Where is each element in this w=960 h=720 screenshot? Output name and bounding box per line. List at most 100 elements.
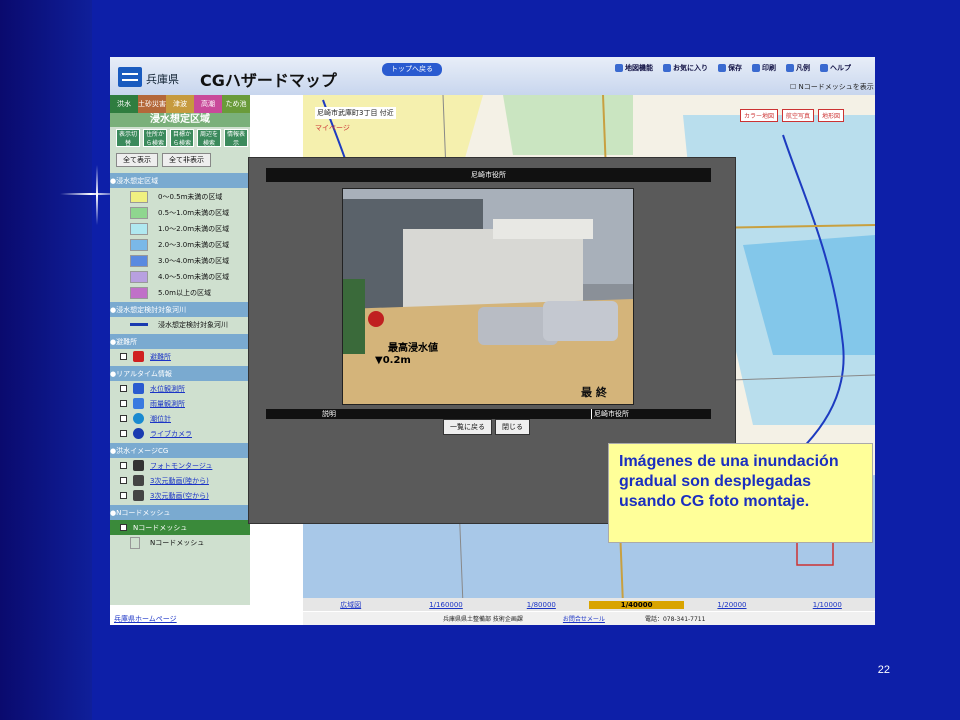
checkbox[interactable] <box>120 400 127 407</box>
depth-swatch <box>130 238 148 251</box>
scale-option[interactable]: 1/80000 <box>494 601 589 609</box>
nmesh-row[interactable]: Nコードメッシュ <box>110 520 250 535</box>
scale-selector: 広域図 1/160000 1/80000 1/40000 1/20000 1/1… <box>303 598 875 611</box>
depth-row: 3.0〜4.0m未満の区域 <box>110 253 250 268</box>
home-link[interactable]: 兵庫県ホームページ <box>114 614 177 624</box>
cg-row[interactable]: 3次元動画(空から) <box>110 488 250 503</box>
river-row: 浸水想定検討対象河川 <box>110 317 250 332</box>
checkbox[interactable] <box>120 477 127 484</box>
close-button[interactable]: 閉じる <box>495 419 530 435</box>
mesh-swatch <box>130 536 140 549</box>
show-all-button[interactable]: 全て表示 <box>116 153 158 167</box>
scale-option[interactable]: 1/20000 <box>684 601 779 609</box>
topographic-map-button[interactable]: 地形図 <box>818 109 845 122</box>
depth-swatch <box>130 222 148 235</box>
water-level-icon <box>133 383 144 394</box>
legend-header-cg[interactable]: ● 洪水イメージCG <box>110 443 250 458</box>
depth-row: 1.0〜2.0m未満の区域 <box>110 221 250 236</box>
help-icon <box>820 64 828 72</box>
depth-swatch <box>130 286 148 299</box>
checkbox[interactable] <box>120 430 127 437</box>
description-label: 説明 <box>322 410 336 418</box>
tab-storm-surge[interactable]: 高潮 <box>194 95 222 113</box>
footer-phone: 電話：078-341-7711 <box>644 616 706 623</box>
footer-org: 兵庫県県土整備部 技術企画課 <box>443 616 523 623</box>
contact-link[interactable]: お問合せメール <box>563 614 605 623</box>
show-hide-controls: 全て表示 全て非表示 <box>116 153 211 167</box>
realtime-row[interactable]: 雨量観測所 <box>110 396 250 411</box>
checkbox[interactable] <box>120 524 127 531</box>
back-to-list-button[interactable]: 一覧に戻る <box>443 419 492 435</box>
legend-header-flood[interactable]: ● 浸水想定区域 <box>110 173 250 188</box>
realtime-row[interactable]: 潮位計 <box>110 411 250 426</box>
print-menu[interactable]: 印刷 <box>752 63 776 73</box>
description-value: 尼崎市役所 <box>591 409 711 419</box>
legend-menu[interactable]: 凡例 <box>786 63 810 73</box>
depth-row: 0.5〜1.0m未満の区域 <box>110 205 250 220</box>
checkbox[interactable] <box>120 492 127 499</box>
legend-header-realtime[interactable]: ● リアルタイム情報 <box>110 366 250 381</box>
realtime-row[interactable]: ライブカメラ <box>110 426 250 441</box>
section-title: 浸水想定区域 <box>110 113 250 127</box>
shelter-checkbox[interactable] <box>120 353 127 360</box>
checkbox[interactable] <box>120 385 127 392</box>
app-title: CGハザードマップ <box>200 71 337 90</box>
print-icon <box>752 64 760 72</box>
tab-flood[interactable]: 洪水 <box>110 95 138 113</box>
popup-title: 尼崎市役所 <box>266 168 711 182</box>
legend-header-shelter[interactable]: ● 避難所 <box>110 334 250 349</box>
info-display-button[interactable]: 情報表示 <box>224 129 248 147</box>
sparkle-decoration-vertical <box>96 165 98 225</box>
tab-landslide[interactable]: 土砂災害 <box>138 95 166 113</box>
scale-option[interactable]: 1/160000 <box>398 601 493 609</box>
depth-swatch <box>130 254 148 267</box>
prefecture-label: 兵庫県 <box>146 73 179 86</box>
cg-row[interactable]: フォトモンタージュ <box>110 458 250 473</box>
save-menu[interactable]: 保存 <box>718 63 742 73</box>
legend-header-nmesh[interactable]: ● Nコードメッシュ <box>110 505 250 520</box>
depth-row: 5.0m以上の区域 <box>110 285 250 300</box>
hide-all-button[interactable]: 全て非表示 <box>162 153 211 167</box>
camera-icon <box>133 460 144 471</box>
checkbox[interactable] <box>120 415 127 422</box>
slide-number: 22 <box>877 664 890 676</box>
depth-row: 0〜0.5m未満の区域 <box>110 189 250 204</box>
legend-header-river[interactable]: ● 浸水想定検討対象河川 <box>110 302 250 317</box>
my-page-link[interactable]: マイページ <box>315 123 350 133</box>
nearby-search-button[interactable]: 周辺を検索 <box>197 129 221 147</box>
photo-depth: ▼0.2m <box>375 355 411 366</box>
scale-option[interactable]: 広域図 <box>303 600 398 610</box>
checkbox[interactable] <box>120 462 127 469</box>
tab-tsunami[interactable]: 津波 <box>166 95 194 113</box>
aerial-photo-button[interactable]: 航空写真 <box>782 109 815 122</box>
help-menu[interactable]: ヘルプ <box>820 63 851 73</box>
callout-note: Imágenes de una inundación gradual son d… <box>608 443 873 543</box>
nmesh-row[interactable]: Nコードメッシュ <box>110 535 250 550</box>
map-address: 尼崎市武庫町3丁目 付近 <box>315 107 396 119</box>
sidebar: 洪水 土砂災害 津波 高潮 ため池 浸水想定区域 表示切替 住所から検索 目標か… <box>110 95 250 605</box>
tab-reservoir[interactable]: ため池 <box>222 95 250 113</box>
scale-option-selected[interactable]: 1/40000 <box>588 600 685 609</box>
color-map-button[interactable]: カラー地図 <box>740 109 779 122</box>
depth-row: 2.0〜3.0m未満の区域 <box>110 237 250 252</box>
nmesh-toggle[interactable]: ☐ Nコードメッシュを表示 <box>790 82 874 92</box>
hazard-tabs: 洪水 土砂災害 津波 高潮 ため池 <box>110 95 250 113</box>
photo-stamp: 最 終 <box>581 385 608 399</box>
depth-swatch <box>130 190 148 203</box>
sub-buttons: 表示切替 住所から検索 目標から検索 周辺を検索 情報表示 <box>116 129 248 147</box>
favorites-menu[interactable]: お気に入り <box>663 63 708 73</box>
realtime-row[interactable]: 水位観測所 <box>110 381 250 396</box>
live-camera-icon <box>133 428 144 439</box>
scale-option[interactable]: 1/10000 <box>780 601 875 609</box>
logo-icon <box>118 67 142 87</box>
map-function-menu[interactable]: 地図機能 <box>615 63 653 73</box>
display-toggle-button[interactable]: 表示切替 <box>116 129 140 147</box>
depth-swatch <box>130 206 148 219</box>
cg-row[interactable]: 3次元動画(陸から) <box>110 473 250 488</box>
shelter-row[interactable]: 避難所 <box>110 349 250 364</box>
photo-graphic: 最高浸水値 ▼0.2m 最 終 <box>343 189 633 404</box>
depth-swatch <box>130 270 148 283</box>
landmark-search-button[interactable]: 目標から検索 <box>170 129 194 147</box>
back-to-top-button[interactable]: トップへ戻る <box>382 63 442 76</box>
address-search-button[interactable]: 住所から検索 <box>143 129 167 147</box>
